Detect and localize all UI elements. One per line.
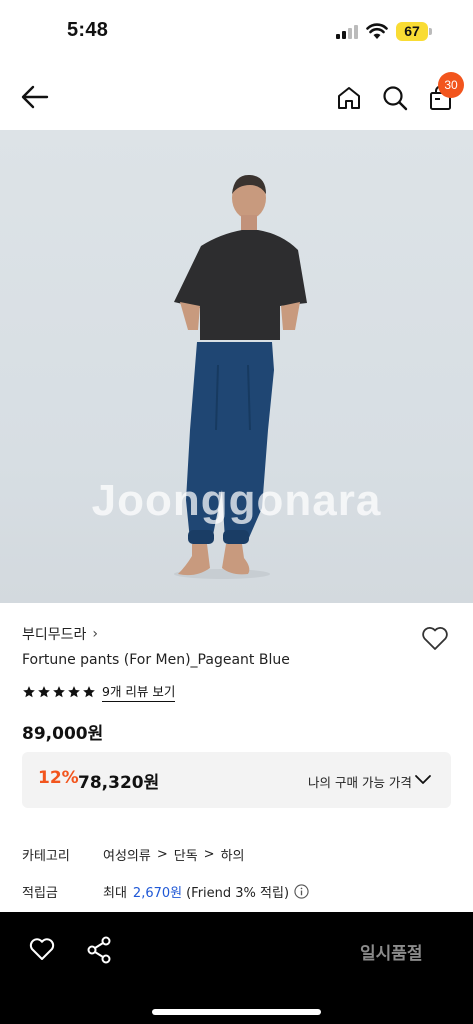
star-icon [83, 685, 95, 697]
star-icon [68, 685, 80, 697]
points-amount: 2,670원 [132, 886, 183, 901]
share-icon[interactable] [86, 936, 112, 964]
original-price: 89,000원 [22, 724, 104, 744]
star-icon [53, 685, 65, 697]
review-link[interactable]: 9개 리뷰 보기 [102, 681, 176, 702]
rating-row: 9개 리뷰 보기 [22, 681, 176, 702]
brand-link[interactable]: 부디무드라 › [22, 624, 98, 644]
category-crumb-3[interactable]: 하의 [221, 845, 245, 864]
discount-rate: 12% [38, 768, 79, 788]
wifi-icon [366, 23, 388, 39]
home-indicator [152, 1009, 321, 1015]
chevron-right-icon: › [92, 626, 99, 642]
category-crumb-2[interactable]: 단독 [174, 845, 198, 864]
breadcrumb-separator: > [203, 847, 215, 862]
battery-level: 67 [396, 22, 428, 41]
cellular-signal-icon [336, 25, 358, 39]
rating-stars [22, 685, 96, 699]
breadcrumb-separator: > [156, 847, 168, 862]
heart-icon[interactable] [28, 936, 56, 962]
points-note: (Friend 3% 적립) [186, 886, 290, 901]
product-title: Fortune pants (For Men)_Pageant Blue [22, 652, 290, 668]
category-crumb-1[interactable]: 여성의류 [103, 845, 151, 864]
my-price-panel[interactable]: 12% 78,320원 나의 구매 가능 가격 [22, 752, 451, 808]
star-icon [38, 685, 50, 697]
info-icon[interactable] [294, 884, 309, 899]
status-time: 5:48 [67, 19, 109, 41]
soldout-button[interactable]: 일시품절 [360, 939, 423, 964]
points-row: 적립금 최대 2,670원 (Friend 3% 적립) [22, 882, 309, 901]
product-image[interactable]: Joonggonara [0, 130, 473, 603]
top-nav-bar: 30 [0, 64, 473, 130]
search-icon[interactable] [381, 84, 409, 112]
points-prefix: 최대 [103, 886, 127, 901]
discount-price: 78,320원 [78, 773, 160, 793]
category-row: 카테고리 여성의류 > 단독 > 하의 [22, 845, 245, 864]
chevron-down-icon[interactable] [414, 771, 432, 789]
points-label: 적립금 [22, 886, 58, 901]
cart-count-badge: 30 [438, 72, 464, 98]
star-icon [23, 685, 35, 697]
my-price-label: 나의 구매 가능 가격 [308, 775, 412, 790]
home-icon[interactable] [335, 84, 363, 112]
battery-icon: 67 [396, 22, 432, 41]
heart-icon[interactable] [420, 624, 450, 652]
status-bar: 5:48 67 [0, 0, 473, 64]
watermark-text: Joonggonara [91, 476, 382, 525]
bottom-action-bar: 일시품절 [0, 912, 473, 1024]
back-arrow-icon[interactable] [18, 82, 52, 112]
model-photo [174, 174, 307, 579]
brand-name: 부디무드라 [22, 627, 87, 643]
category-label: 카테고리 [22, 849, 70, 864]
